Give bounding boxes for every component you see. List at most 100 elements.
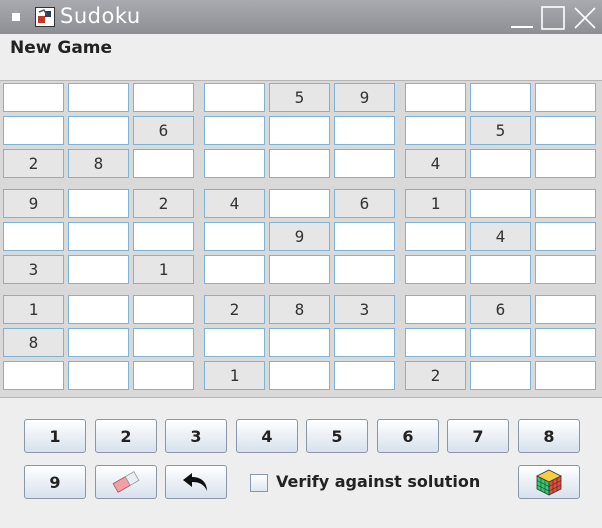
sudoku-cell-r7c7[interactable] <box>405 295 466 324</box>
sudoku-cell-r1c7[interactable] <box>405 83 466 112</box>
sudoku-cell-r6c6[interactable] <box>334 255 395 284</box>
hint-cube-button[interactable] <box>518 465 580 499</box>
sudoku-cell-r5c6[interactable] <box>334 222 395 251</box>
sudoku-cell-r1c2[interactable] <box>68 83 129 112</box>
sudoku-cell-r7c5[interactable]: 8 <box>269 295 330 324</box>
sudoku-cell-r7c8[interactable]: 6 <box>470 295 531 324</box>
sudoku-cell-r1c4[interactable] <box>204 83 265 112</box>
menu-new-game[interactable]: New Game <box>10 38 112 58</box>
verify-checkbox[interactable] <box>250 474 268 492</box>
digit-button-3[interactable]: 3 <box>165 419 227 453</box>
minimize-icon[interactable] <box>510 6 534 30</box>
undo-button[interactable] <box>165 465 227 499</box>
sudoku-cell-r2c3[interactable]: 6 <box>133 116 194 145</box>
sudoku-cell-r4c2[interactable] <box>68 189 129 218</box>
sudoku-cell-r6c4[interactable] <box>204 255 265 284</box>
sudoku-cell-r8c2[interactable] <box>68 328 129 357</box>
sudoku-cell-r6c5[interactable] <box>269 255 330 284</box>
sudoku-cell-r4c1[interactable]: 9 <box>3 189 64 218</box>
digit-button-8[interactable]: 8 <box>518 419 580 453</box>
sudoku-cell-r1c5[interactable]: 5 <box>269 83 330 112</box>
sudoku-cell-r7c9[interactable] <box>535 295 596 324</box>
sudoku-cell-r7c4[interactable]: 2 <box>204 295 265 324</box>
sudoku-cell-r5c5[interactable]: 9 <box>269 222 330 251</box>
sudoku-cell-r8c6[interactable] <box>334 328 395 357</box>
sudoku-cell-r1c6[interactable]: 9 <box>334 83 395 112</box>
digit-button-6[interactable]: 6 <box>377 419 439 453</box>
sudoku-cell-r9c2[interactable] <box>68 361 129 390</box>
sudoku-cell-r4c3[interactable]: 2 <box>133 189 194 218</box>
sudoku-cell-r4c5[interactable] <box>269 189 330 218</box>
sudoku-cell-r1c3[interactable] <box>133 83 194 112</box>
sudoku-cell-r9c3[interactable] <box>133 361 194 390</box>
sudoku-cell-r6c9[interactable] <box>535 255 596 284</box>
sudoku-cell-r3c6[interactable] <box>334 149 395 178</box>
sudoku-cell-r7c1[interactable]: 1 <box>3 295 64 324</box>
sudoku-cell-r8c5[interactable] <box>269 328 330 357</box>
erase-button[interactable] <box>95 465 157 499</box>
sudoku-cell-r3c3[interactable] <box>133 149 194 178</box>
sudoku-cell-r5c7[interactable] <box>405 222 466 251</box>
digit-button-7[interactable]: 7 <box>447 419 509 453</box>
window-menu-icon[interactable] <box>12 13 20 21</box>
sudoku-cell-r5c9[interactable] <box>535 222 596 251</box>
sudoku-cell-r3c7[interactable]: 4 <box>405 149 466 178</box>
sudoku-app-icon <box>35 7 55 27</box>
sudoku-cell-r6c8[interactable] <box>470 255 531 284</box>
sudoku-cell-r2c6[interactable] <box>334 116 395 145</box>
sudoku-cell-r9c9[interactable] <box>535 361 596 390</box>
digit-button-1[interactable]: 1 <box>24 419 86 453</box>
sudoku-cell-r8c9[interactable] <box>535 328 596 357</box>
sudoku-cell-r3c9[interactable] <box>535 149 596 178</box>
sudoku-cell-r2c2[interactable] <box>68 116 129 145</box>
sudoku-cell-r9c6[interactable] <box>334 361 395 390</box>
sudoku-cell-r4c8[interactable] <box>470 189 531 218</box>
sudoku-cell-r4c7[interactable]: 1 <box>405 189 466 218</box>
sudoku-cell-r6c1[interactable]: 3 <box>3 255 64 284</box>
sudoku-cell-r2c4[interactable] <box>204 116 265 145</box>
sudoku-cell-r7c3[interactable] <box>133 295 194 324</box>
sudoku-cell-r9c4[interactable]: 1 <box>204 361 265 390</box>
maximize-icon[interactable] <box>541 6 565 30</box>
sudoku-cell-r2c7[interactable] <box>405 116 466 145</box>
sudoku-cell-r6c7[interactable] <box>405 255 466 284</box>
sudoku-cell-r5c3[interactable] <box>133 222 194 251</box>
sudoku-cell-r9c7[interactable]: 2 <box>405 361 466 390</box>
sudoku-cell-r5c2[interactable] <box>68 222 129 251</box>
sudoku-cell-r2c5[interactable] <box>269 116 330 145</box>
sudoku-cell-r4c4[interactable]: 4 <box>204 189 265 218</box>
sudoku-cell-r6c2[interactable] <box>68 255 129 284</box>
sudoku-cell-r8c4[interactable] <box>204 328 265 357</box>
sudoku-cell-r9c5[interactable] <box>269 361 330 390</box>
sudoku-cell-r8c3[interactable] <box>133 328 194 357</box>
sudoku-cell-r3c8[interactable] <box>470 149 531 178</box>
sudoku-cell-r3c2[interactable]: 8 <box>68 149 129 178</box>
digit-button-4[interactable]: 4 <box>236 419 298 453</box>
sudoku-cell-r4c6[interactable]: 6 <box>334 189 395 218</box>
sudoku-cell-r3c4[interactable] <box>204 149 265 178</box>
digit-button-2[interactable]: 2 <box>95 419 157 453</box>
sudoku-cell-r9c1[interactable] <box>3 361 64 390</box>
sudoku-cell-r3c1[interactable]: 2 <box>3 149 64 178</box>
sudoku-cell-r6c3[interactable]: 1 <box>133 255 194 284</box>
sudoku-cell-r5c1[interactable] <box>3 222 64 251</box>
sudoku-cell-r1c1[interactable] <box>3 83 64 112</box>
digit-button-5[interactable]: 5 <box>306 419 368 453</box>
sudoku-cell-r4c9[interactable] <box>535 189 596 218</box>
sudoku-cell-r8c1[interactable]: 8 <box>3 328 64 357</box>
sudoku-cell-r1c8[interactable] <box>470 83 531 112</box>
sudoku-cell-r2c1[interactable] <box>3 116 64 145</box>
sudoku-cell-r8c8[interactable] <box>470 328 531 357</box>
sudoku-cell-r7c6[interactable]: 3 <box>334 295 395 324</box>
sudoku-cell-r3c5[interactable] <box>269 149 330 178</box>
sudoku-cell-r8c7[interactable] <box>405 328 466 357</box>
sudoku-cell-r2c9[interactable] <box>535 116 596 145</box>
sudoku-cell-r5c8[interactable]: 4 <box>470 222 531 251</box>
sudoku-cell-r9c8[interactable] <box>470 361 531 390</box>
sudoku-cell-r5c4[interactable] <box>204 222 265 251</box>
sudoku-cell-r7c2[interactable] <box>68 295 129 324</box>
sudoku-cell-r2c8[interactable]: 5 <box>470 116 531 145</box>
digit-button-9[interactable]: 9 <box>24 465 86 499</box>
close-icon[interactable] <box>573 6 597 30</box>
sudoku-cell-r1c9[interactable] <box>535 83 596 112</box>
